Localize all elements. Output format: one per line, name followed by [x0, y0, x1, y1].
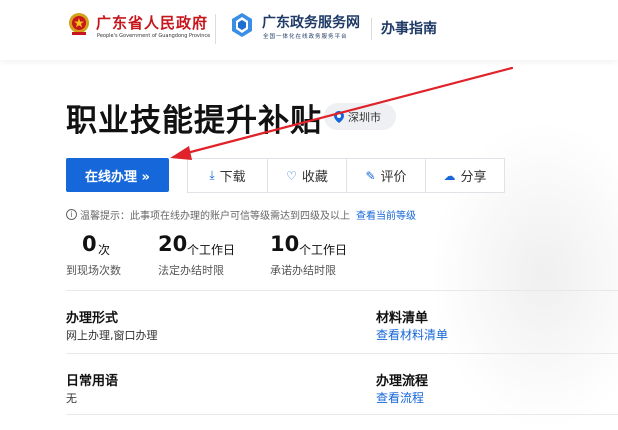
stat-unit: 个工作日: [299, 243, 348, 257]
service-network-subtitle: 全国一体化在线政务服务平台: [263, 34, 348, 40]
review-label: 评价: [380, 170, 407, 185]
site-header: 广东省人民政府 People's Government of Guangdong…: [0, 0, 618, 60]
tip-line: i 温馨提示：此事项在线办理的账户可信等级需达到四级及以上 查看当前等级: [66, 207, 416, 222]
share-button[interactable]: ☁ 分享: [425, 158, 505, 193]
page-title: 职业技能提升补贴: [66, 103, 322, 139]
mode-value: 网上办理,窗口办理: [66, 329, 158, 342]
location-label: 深圳市: [348, 110, 381, 124]
service-guide-label: 办事指南: [381, 21, 437, 37]
national-emblem-icon: [69, 13, 89, 35]
header-divider: [215, 14, 216, 44]
materials-link[interactable]: 查看材料清单: [376, 326, 448, 343]
divider: [66, 353, 618, 354]
edit-icon: ✎: [365, 168, 376, 183]
stat-label: 到现场次数: [66, 264, 121, 277]
terms-value: 无: [66, 392, 77, 405]
process-title: 办理流程: [376, 374, 429, 389]
service-network-name[interactable]: 广东政务服务网: [262, 12, 360, 32]
stat-number: 0: [82, 232, 97, 256]
process-link[interactable]: 查看流程: [376, 389, 424, 406]
online-apply-button[interactable]: 在线办理 »: [66, 158, 169, 192]
gov-english-name: People's Government of Guangdong Provinc…: [97, 33, 211, 39]
terms-title: 日常用语: [66, 374, 119, 389]
stat-label: 承诺办结时限: [270, 264, 336, 277]
share-icon: ☁: [443, 168, 456, 183]
favorite-button[interactable]: ♡ 收藏: [267, 158, 347, 193]
location-pin-icon: [334, 110, 344, 123]
stat-number: 20: [158, 232, 188, 256]
info-icon: i: [66, 209, 77, 220]
gov-name[interactable]: 广东省人民政府: [96, 12, 208, 33]
download-button[interactable]: ⤓ 下载: [187, 158, 268, 193]
stat-number: 10: [270, 232, 300, 256]
header-divider: [371, 18, 372, 40]
share-label: 分享: [460, 170, 487, 185]
materials-title: 材料清单: [376, 311, 429, 326]
location-badge[interactable]: 深圳市: [324, 103, 396, 130]
divider: [66, 290, 618, 291]
service-network-logo-icon: [232, 13, 252, 37]
tip-text: 温馨提示：此事项在线办理的账户可信等级需达到四级及以上: [80, 211, 350, 222]
divider: [66, 414, 618, 415]
heart-icon: ♡: [286, 168, 297, 183]
review-button[interactable]: ✎ 评价: [346, 158, 426, 193]
download-icon: ⤓: [209, 168, 215, 182]
favorite-label: 收藏: [301, 170, 328, 185]
stat-unit: 个工作日: [187, 243, 236, 257]
view-level-link[interactable]: 查看当前等级: [356, 207, 416, 222]
mode-title: 办理形式: [66, 311, 119, 326]
stat-unit: 次: [98, 243, 111, 257]
download-label: 下载: [219, 170, 246, 185]
stat-label: 法定办结时限: [158, 264, 224, 277]
